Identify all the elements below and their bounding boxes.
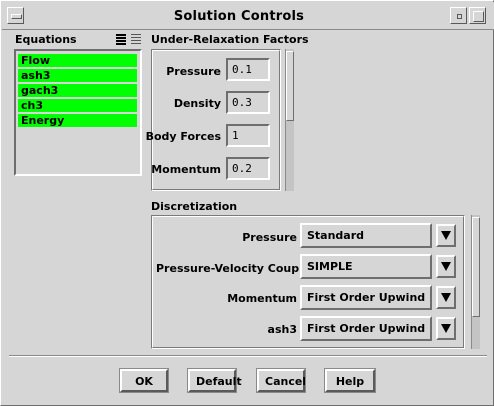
relax-momentum-input[interactable]: 0.2 [226, 157, 270, 180]
separator [9, 355, 487, 357]
default-button[interactable]: Default [187, 368, 242, 393]
title-bar[interactable]: Solution Controls [2, 2, 494, 30]
discretization-scroll-thumb[interactable] [472, 217, 480, 317]
relax-pressure-input[interactable]: 0.1 [226, 58, 270, 81]
equation-item-energy[interactable]: Energy [18, 114, 137, 127]
cancel-button[interactable]: Cancel [256, 368, 306, 393]
disc-ash3-select[interactable]: First Order Upwind [300, 316, 432, 341]
select-all-icon[interactable] [116, 34, 126, 46]
minimize-icon[interactable] [450, 7, 467, 24]
dropdown-arrow-icon[interactable] [436, 317, 456, 340]
equation-item-gach3[interactable]: gach3 [18, 84, 137, 97]
relax-density-input[interactable]: 0.3 [226, 91, 270, 114]
dropdown-arrow-icon[interactable] [436, 255, 456, 278]
equation-item-ch3[interactable]: ch3 [18, 99, 137, 112]
relax-body-forces-input[interactable]: 1 [226, 124, 270, 147]
disc-pressure-label: Pressure [242, 231, 297, 244]
disc-momentum-label: Momentum [227, 292, 297, 305]
dropdown-arrow-icon[interactable] [436, 286, 456, 309]
relaxation-label: Under-Relaxation Factors [151, 33, 309, 46]
equation-item-ash3[interactable]: ash3 [18, 69, 137, 82]
disc-ash3-label: ash3 [267, 323, 297, 336]
help-button[interactable]: Help [324, 368, 376, 393]
discretization-scrollbar[interactable] [471, 215, 480, 349]
window-title: Solution Controls [173, 9, 305, 24]
disc-momentum-select[interactable]: First Order Upwind [300, 285, 432, 310]
disc-pv-coupling-label: Pressure-Velocity Coupling [156, 262, 323, 275]
relaxation-scroll-thumb[interactable] [286, 51, 294, 121]
ok-button[interactable]: OK [119, 368, 169, 393]
disc-pv-coupling-select[interactable]: SIMPLE [300, 254, 432, 279]
solution-controls-window: Solution Controls Equations Flow ash3 ga… [0, 0, 494, 406]
equations-label: Equations [15, 33, 77, 46]
relax-momentum-label: Momentum [151, 163, 221, 176]
relax-body-forces-label: Body Forces [145, 130, 221, 143]
equations-list[interactable]: Flow ash3 gach3 ch3 Energy [14, 49, 142, 176]
relaxation-scrollbar[interactable] [285, 49, 294, 191]
disc-pressure-select[interactable]: Standard [300, 223, 432, 248]
equation-item-flow[interactable]: Flow [18, 54, 137, 67]
relax-pressure-label: Pressure [166, 65, 221, 78]
deselect-all-icon[interactable] [131, 34, 141, 46]
discretization-label: Discretization [151, 200, 238, 213]
maximize-icon[interactable] [469, 7, 486, 24]
relax-density-label: Density [173, 97, 221, 110]
dropdown-arrow-icon[interactable] [436, 224, 456, 247]
window-menu-icon[interactable] [7, 7, 24, 24]
